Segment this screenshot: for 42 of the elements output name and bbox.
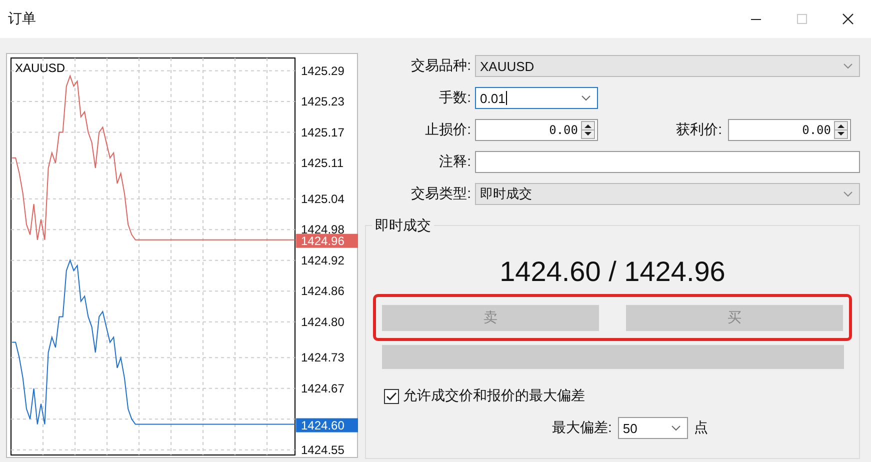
group-title: 即时成交 xyxy=(372,217,434,235)
axis-label: 1425.29 xyxy=(301,64,344,78)
symbol-label: XAUUSD xyxy=(15,61,66,75)
axis-label: 1425.17 xyxy=(301,125,344,140)
field-label: 交易类型: xyxy=(410,185,472,203)
volume-field[interactable]: 0.01 xyxy=(475,87,598,109)
take-profit-field[interactable]: 0.00 xyxy=(728,119,851,141)
field-label: 注释: xyxy=(438,153,472,171)
field-label: 获利价: xyxy=(675,121,723,139)
spinner-icon xyxy=(834,121,848,139)
field-label: 最大偏差: xyxy=(552,419,612,437)
chevron-icon xyxy=(670,425,681,431)
quote-price: 1424.60 / 1424.96 xyxy=(500,256,726,288)
field-label: 手数: xyxy=(438,89,472,107)
maximize-icon xyxy=(796,13,808,25)
axis-label: 1425.04 xyxy=(301,192,344,206)
axis-label: 1424.55 xyxy=(301,442,344,457)
field-label: 止损价: xyxy=(424,121,472,139)
axis-label: 1424.73 xyxy=(301,350,344,365)
symbol-dropdown[interactable]: XAUUSD xyxy=(475,55,860,77)
deviation-dropdown[interactable]: 50 xyxy=(618,417,688,439)
close-icon xyxy=(842,13,854,25)
axis-label: 1424.80 xyxy=(301,314,344,329)
stop-loss-field[interactable]: 0.00 xyxy=(475,119,598,141)
comment-field[interactable] xyxy=(475,151,860,173)
chevron-icon xyxy=(843,191,853,197)
axis-label: 1425.11 xyxy=(301,156,344,170)
field-label: 交易品种: xyxy=(410,57,472,75)
axis-label: 1424.86 xyxy=(301,284,344,298)
chevron-icon xyxy=(843,63,853,69)
price-tag: 1424.96 xyxy=(296,234,358,248)
axis-label: 1424.67 xyxy=(301,381,344,396)
axis-label: 1424.92 xyxy=(301,253,344,268)
window-title: 订单 xyxy=(8,10,36,28)
checkbox[interactable] xyxy=(384,388,399,404)
axis-label: 1425.23 xyxy=(301,94,344,109)
checkbox-label: 允许成交价和报价的最大偏差 xyxy=(403,387,585,405)
unit-label: 点 xyxy=(694,419,708,437)
spinner-icon xyxy=(581,121,595,139)
price-tag: 1424.60 xyxy=(296,418,358,432)
order-type-dropdown[interactable]: 即时成交 xyxy=(475,183,860,205)
chevron-icon xyxy=(581,95,591,101)
